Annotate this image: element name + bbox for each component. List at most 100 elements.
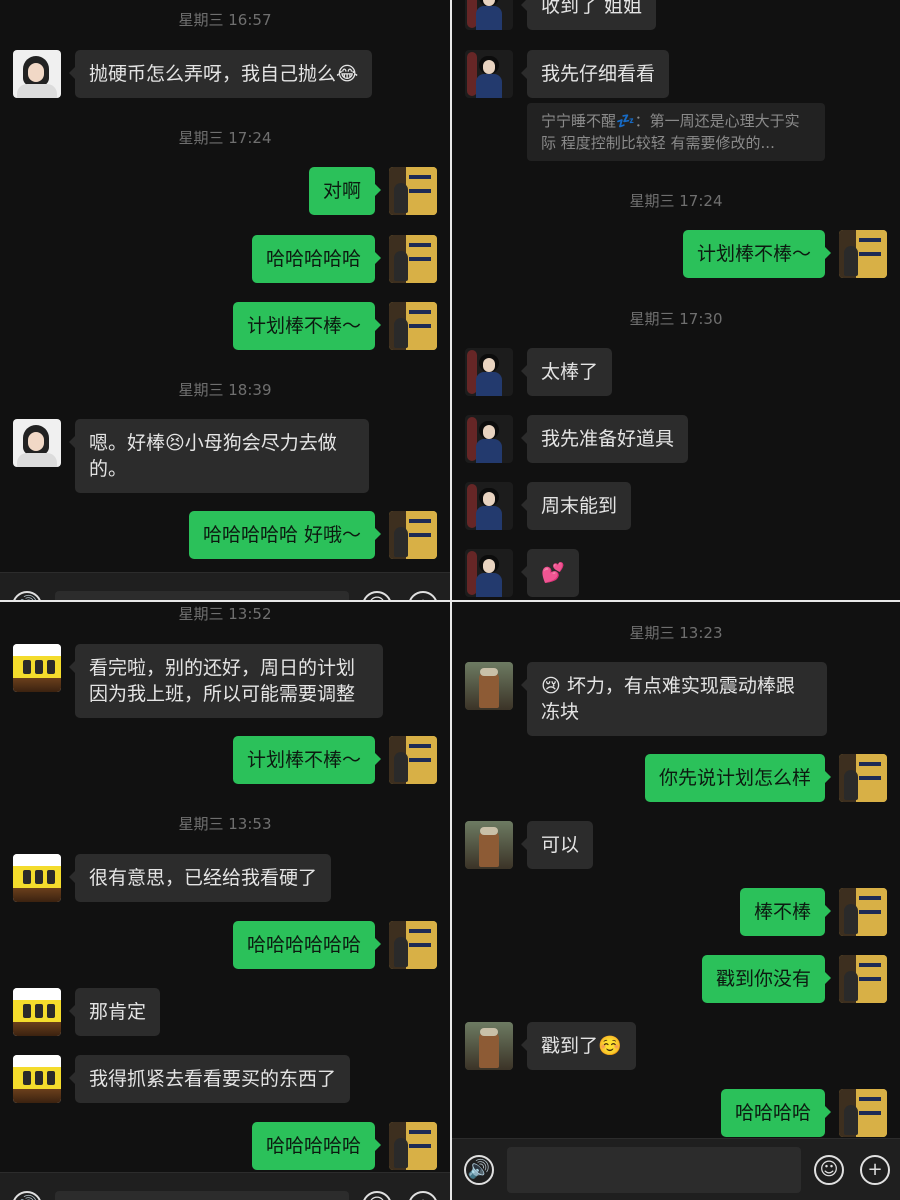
incoming-bubble[interactable]: 收到了 姐姐 xyxy=(520,0,657,30)
self-avatar[interactable] xyxy=(389,1122,437,1170)
message-row-outgoing: 哈哈哈哈哈 xyxy=(37,235,437,285)
incoming-bubble[interactable]: 那肯定 xyxy=(68,988,161,1036)
contact-avatar[interactable] xyxy=(13,50,61,98)
message-row-outgoing: 计划棒不棒～ xyxy=(37,302,437,352)
chat-panel-bottom-left: 星期三 13:52 看完啦，别的还好，周日的计划因为我上班，所以可能需要调整 计… xyxy=(0,600,450,1200)
incoming-bubble[interactable]: 抛硬币怎么弄呀，我自己抛么😂 xyxy=(68,50,373,98)
plus-icon[interactable]: + xyxy=(408,591,438,600)
incoming-bubble[interactable]: 看完啦，别的还好，周日的计划因为我上班，所以可能需要调整 xyxy=(69,644,383,718)
outgoing-bubble[interactable]: 哈哈哈哈哈 xyxy=(251,235,382,283)
outgoing-bubble[interactable]: 哈哈哈哈 xyxy=(720,1089,832,1137)
voice-icon[interactable]: 🔊 xyxy=(12,1191,42,1200)
chat-panel-bottom-right: 星期三 13:23 😢 坏力，有点难实现震动棒跟冻块 你先说计划怎么样 可以 棒… xyxy=(450,600,900,1200)
incoming-bubble[interactable]: 很有意思，已经给我看硬了 xyxy=(68,854,332,902)
message-row-incoming: 抛硬币怎么弄呀，我自己抛么😂 xyxy=(13,50,413,100)
contact-avatar[interactable] xyxy=(465,0,513,30)
message-input[interactable] xyxy=(55,591,349,600)
contact-avatar[interactable] xyxy=(465,1022,513,1070)
contact-avatar[interactable] xyxy=(13,854,61,902)
contact-avatar[interactable] xyxy=(465,348,513,396)
outgoing-bubble[interactable]: 计划棒不棒～ xyxy=(682,230,832,278)
message-row-incoming: 收到了 姐姐 xyxy=(465,0,865,32)
contact-avatar[interactable] xyxy=(465,662,513,710)
contact-avatar[interactable] xyxy=(13,644,61,692)
input-bar: 🔊 ☺ + xyxy=(0,572,450,600)
quoted-message[interactable]: 宁宁睡不醒💤：第一周还是心理大于实际 程度控制比较轻 有需要修改的... xyxy=(527,103,825,161)
self-avatar[interactable] xyxy=(839,888,887,936)
self-avatar[interactable] xyxy=(839,1089,887,1137)
contact-avatar[interactable] xyxy=(13,1055,61,1103)
outgoing-bubble[interactable]: 计划棒不棒～ xyxy=(232,302,382,350)
outgoing-bubble[interactable]: 你先说计划怎么样 xyxy=(644,754,832,802)
message-input[interactable] xyxy=(507,1147,801,1193)
message-row-incoming: 太棒了 xyxy=(465,348,865,398)
chat-panel-top-right: 收到了 姐姐 我先仔细看看 宁宁睡不醒💤：第一周还是心理大于实际 程度控制比较轻… xyxy=(450,0,900,600)
message-row-incoming: 我先仔细看看 xyxy=(465,50,865,100)
message-row-outgoing: 哈哈哈哈哈哈 xyxy=(37,921,437,971)
outgoing-bubble[interactable]: 计划棒不棒～ xyxy=(232,736,382,784)
incoming-bubble[interactable]: 💕 xyxy=(521,549,579,597)
emoji-icon[interactable]: ☺ xyxy=(362,1191,392,1200)
incoming-bubble[interactable]: 我先准备好道具 xyxy=(520,415,689,463)
outgoing-bubble[interactable]: 戳到你没有 xyxy=(701,955,832,1003)
message-row-incoming: 我得抓紧去看看要买的东西了 xyxy=(13,1055,413,1105)
outgoing-bubble[interactable]: 棒不棒 xyxy=(739,888,832,936)
voice-icon[interactable]: 🔊 xyxy=(464,1155,494,1185)
incoming-bubble[interactable]: 嗯。好棒😣小母狗会尽力去做的。 xyxy=(69,419,369,493)
message-row-incoming: 可以 xyxy=(465,821,865,871)
outgoing-bubble[interactable]: 哈哈哈哈哈 xyxy=(251,1122,382,1170)
voice-icon[interactable]: 🔊 xyxy=(12,591,42,600)
message-row-incoming: 看完啦，别的还好，周日的计划因为我上班，所以可能需要调整 xyxy=(13,644,413,718)
emoji-icon[interactable]: ☺ xyxy=(814,1155,844,1185)
outgoing-bubble[interactable]: 哈哈哈哈哈哈 xyxy=(232,921,382,969)
contact-avatar[interactable] xyxy=(465,821,513,869)
incoming-bubble[interactable]: 戳到了☺️ xyxy=(521,1022,636,1070)
self-avatar[interactable] xyxy=(839,754,887,802)
incoming-bubble[interactable]: 可以 xyxy=(520,821,594,869)
incoming-bubble[interactable]: 周末能到 xyxy=(520,482,632,530)
self-avatar[interactable] xyxy=(389,511,437,559)
message-row-incoming: 很有意思，已经给我看硬了 xyxy=(13,854,413,904)
message-row-incoming: 💕 xyxy=(465,549,865,599)
message-row-incoming: 我先准备好道具 xyxy=(465,415,865,465)
contact-avatar[interactable] xyxy=(13,419,61,467)
self-avatar[interactable] xyxy=(389,921,437,969)
message-input[interactable] xyxy=(55,1191,349,1200)
timestamp: 星期三 13:53 xyxy=(178,815,272,833)
timestamp: 星期三 17:30 xyxy=(629,310,723,328)
message-row-outgoing: 对啊 xyxy=(37,167,437,217)
contact-avatar[interactable] xyxy=(465,482,513,530)
incoming-bubble[interactable]: 我先仔细看看 xyxy=(520,50,670,98)
message-row-outgoing: 计划棒不棒～ xyxy=(37,736,437,786)
self-avatar[interactable] xyxy=(389,736,437,784)
incoming-bubble[interactable]: 我得抓紧去看看要买的东西了 xyxy=(68,1055,351,1103)
message-row-outgoing: 哈哈哈哈哈 xyxy=(37,1122,437,1172)
message-row-incoming: 戳到了☺️ xyxy=(465,1022,865,1072)
timestamp: 星期三 16:57 xyxy=(178,11,272,29)
outgoing-bubble[interactable]: 对啊 xyxy=(308,167,382,215)
message-row-outgoing: 哈哈哈哈哈 好哦～ xyxy=(37,511,437,561)
contact-avatar[interactable] xyxy=(465,50,513,98)
incoming-bubble[interactable]: 太棒了 xyxy=(520,348,613,396)
self-avatar[interactable] xyxy=(389,302,437,350)
input-bar: 🔊 ☺ + xyxy=(0,1172,450,1200)
timestamp: 星期三 17:24 xyxy=(178,129,272,147)
outgoing-bubble[interactable]: 哈哈哈哈哈 好哦～ xyxy=(188,511,382,559)
timestamp: 星期三 18:39 xyxy=(178,381,272,399)
contact-avatar[interactable] xyxy=(13,988,61,1036)
emoji-icon[interactable]: ☺ xyxy=(362,591,392,600)
message-row-incoming: 嗯。好棒😣小母狗会尽力去做的。 xyxy=(13,419,413,493)
contact-avatar[interactable] xyxy=(465,549,513,597)
plus-icon[interactable]: + xyxy=(408,1191,438,1200)
self-avatar[interactable] xyxy=(389,235,437,283)
plus-icon[interactable]: + xyxy=(860,1155,890,1185)
self-avatar[interactable] xyxy=(389,167,437,215)
incoming-bubble[interactable]: 😢 坏力，有点难实现震动棒跟冻块 xyxy=(521,662,827,736)
self-avatar[interactable] xyxy=(839,955,887,1003)
self-avatar[interactable] xyxy=(839,230,887,278)
message-row-outgoing: 计划棒不棒～ xyxy=(487,230,887,280)
contact-avatar[interactable] xyxy=(465,415,513,463)
timestamp: 星期三 13:23 xyxy=(629,624,723,642)
message-row-outgoing: 戳到你没有 xyxy=(487,955,887,1005)
message-row-incoming: 那肯定 xyxy=(13,988,413,1038)
